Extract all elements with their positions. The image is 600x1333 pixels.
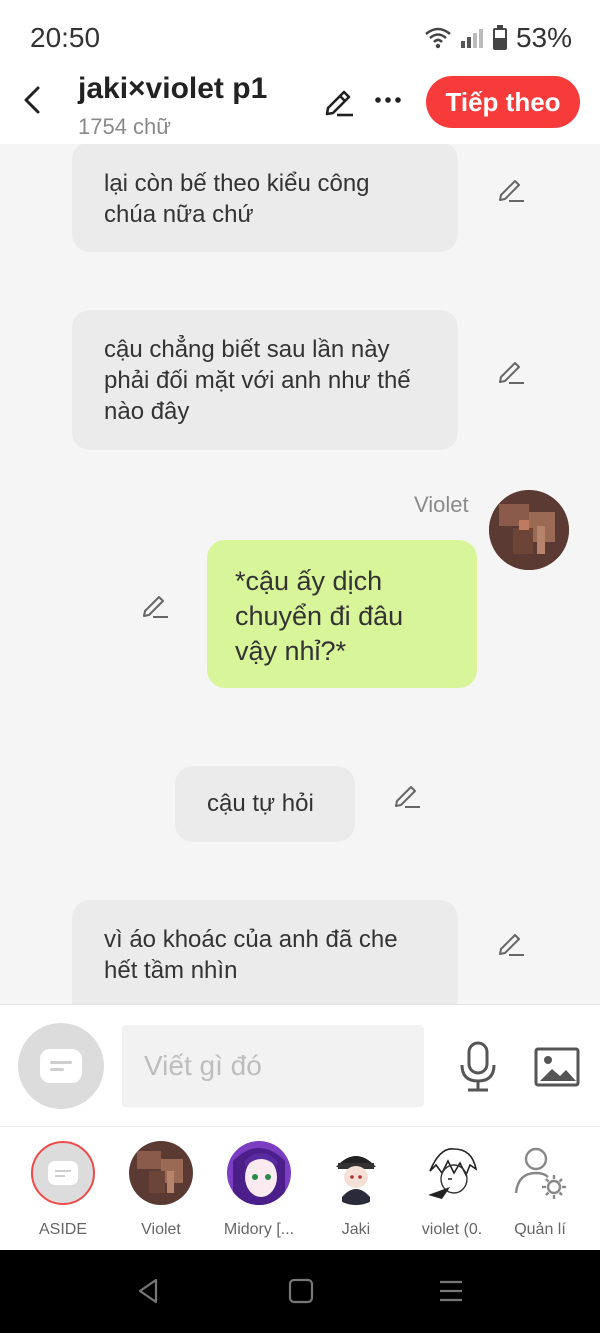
nav-recents-button[interactable] [436, 1276, 466, 1306]
jaki-avatar [324, 1141, 388, 1205]
midory-avatar [227, 1141, 291, 1205]
composer-bar [0, 1004, 600, 1126]
character-item-aside[interactable]: ASIDE [15, 1141, 111, 1239]
chat-area[interactable]: lại còn bế theo kiểu công chúa nữa chứ c… [0, 144, 600, 1004]
message-text: *cậu ấy dịch chuyển đi đâu vậy nhỉ?* [235, 566, 404, 666]
aside-toggle-button[interactable] [18, 1023, 104, 1109]
manage-characters-icon [508, 1141, 572, 1205]
character-label: violet (0. [421, 1221, 483, 1238]
app-header: jaki×violet p1 1754 chữ Tiếp theo [0, 72, 600, 144]
character-item-midory[interactable]: Midory [... [211, 1141, 307, 1239]
battery-percent: 53% [515, 22, 572, 53]
status-bar: 20:50 53% [0, 0, 600, 72]
system-nav-bar [0, 1250, 600, 1333]
status-icons: 53% [424, 22, 572, 54]
edit-message-icon[interactable] [392, 780, 422, 810]
character-bar: ASIDE Violet Midory [... Jaki violet (0.… [0, 1126, 600, 1250]
wifi-icon [424, 27, 452, 49]
message-text: cậu chẳng biết sau lần này phải đối mặt … [104, 336, 411, 425]
edit-title-button[interactable] [322, 84, 356, 118]
image-icon [534, 1047, 580, 1091]
message-input[interactable] [122, 1025, 424, 1107]
microphone-button[interactable] [458, 1041, 498, 1093]
character-label: ASIDE [38, 1221, 87, 1238]
aside-message-bubble[interactable]: cậu tự hỏi [175, 766, 355, 842]
aside-avatar [31, 1141, 95, 1205]
edit-message-icon[interactable] [140, 590, 170, 620]
word-count: 1754 chữ [78, 114, 172, 139]
character-label: Quản lí [514, 1221, 566, 1238]
microphone-icon [458, 1041, 498, 1097]
message-text: cậu tự hỏi [207, 790, 314, 817]
violet-avatar [129, 1141, 193, 1205]
edit-message-icon[interactable] [496, 174, 526, 204]
chevron-left-icon [22, 85, 42, 120]
violet-sketch-avatar [420, 1141, 484, 1205]
edit-message-icon[interactable] [496, 356, 526, 386]
violet-avatar[interactable] [489, 490, 569, 570]
nav-back-button[interactable] [134, 1276, 164, 1306]
character-item-violet[interactable]: Violet [113, 1141, 209, 1239]
signal-icon [460, 27, 484, 49]
battery-icon [492, 25, 508, 51]
character-item-violet-0[interactable]: violet (0. [404, 1141, 500, 1239]
back-button[interactable] [16, 84, 48, 120]
edit-message-icon[interactable] [496, 928, 526, 958]
story-title: jaki×violet p1 [78, 72, 268, 105]
speaker-name: Violet [414, 492, 469, 517]
message-bubble[interactable]: lại còn bế theo kiểu công chúa nữa chứ [72, 144, 458, 252]
next-button[interactable]: Tiếp theo [426, 76, 580, 128]
character-label: Violet [141, 1221, 181, 1238]
nav-home-button[interactable] [286, 1276, 316, 1306]
character-item-manage[interactable]: Quản lí [492, 1141, 588, 1239]
character-label: Jaki [341, 1221, 371, 1238]
pencil-icon [322, 90, 356, 122]
message-bubble[interactable]: cậu chẳng biết sau lần này phải đối mặt … [72, 310, 458, 450]
chat-bubble-icon [40, 1049, 82, 1083]
character-item-jaki[interactable]: Jaki [308, 1141, 404, 1239]
message-text: lại còn bế theo kiểu công chúa nữa chứ [104, 170, 370, 228]
message-bubble[interactable]: vì áo khoác của anh đã che hết tầm nhìn [72, 900, 458, 1004]
more-dots-icon [374, 91, 402, 109]
status-time: 20:50 [30, 22, 101, 53]
title-block: jaki×violet p1 1754 chữ [78, 72, 267, 140]
more-options-button[interactable] [370, 82, 406, 118]
image-button[interactable] [534, 1047, 580, 1087]
character-label: Midory [... [223, 1221, 295, 1238]
my-message-bubble[interactable]: *cậu ấy dịch chuyển đi đâu vậy nhỉ?* [207, 540, 477, 688]
message-text: vì áo khoác của anh đã che hết tầm nhìn [104, 926, 398, 984]
